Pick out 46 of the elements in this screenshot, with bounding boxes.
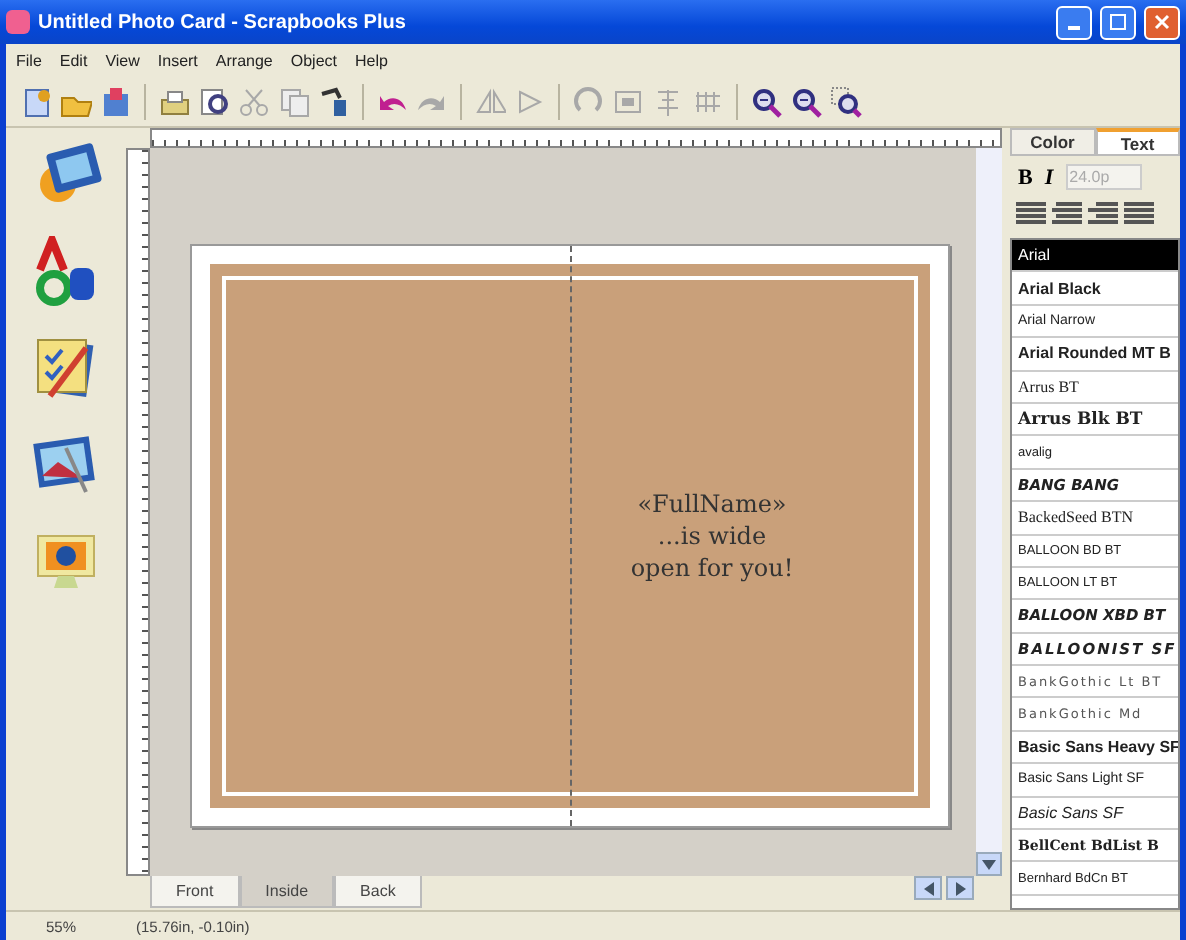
menu-item[interactable]: Object <box>290 52 337 70</box>
page-tab[interactable]: Back <box>334 876 422 908</box>
align-right-icon[interactable] <box>1088 202 1118 226</box>
align-left-icon[interactable] <box>1016 202 1046 226</box>
card-text: open for you! <box>630 554 794 582</box>
close-icon <box>1154 14 1170 30</box>
bold-button[interactable]: B <box>1018 165 1033 189</box>
align-justify-icon[interactable] <box>1124 202 1154 226</box>
menu-item[interactable]: Insert <box>157 52 198 70</box>
panel-tab[interactable]: Text <box>1095 128 1180 156</box>
font-item[interactable]: Arial Black <box>1012 272 1178 306</box>
font-item[interactable]: Arial Rounded MT B <box>1012 338 1178 372</box>
card-text: ...is wide <box>657 522 767 550</box>
menu-item[interactable]: Help <box>355 52 388 70</box>
italic-button[interactable]: I <box>1044 165 1054 189</box>
menu-item[interactable]: Arrange <box>215 52 273 70</box>
zoom-in-icon[interactable] <box>748 84 784 120</box>
preview-icon[interactable] <box>196 84 232 120</box>
page-tab[interactable]: Front <box>150 876 240 908</box>
font-item[interactable]: Arrus BT <box>1012 371 1178 404</box>
scroll-right-icon[interactable] <box>946 876 974 900</box>
paste-icon[interactable] <box>316 84 352 120</box>
align-center-icon[interactable] <box>1052 202 1082 226</box>
maximize-button[interactable] <box>1100 5 1136 39</box>
menu-item[interactable]: File <box>16 52 42 70</box>
minimize-button[interactable] <box>1056 5 1092 39</box>
scroll-left-icon[interactable] <box>914 876 942 900</box>
font-item[interactable]: Arrus Blk BT <box>1012 403 1178 437</box>
close-button[interactable] <box>1144 5 1180 39</box>
font-item[interactable]: Arial <box>1012 240 1178 273</box>
zoom-fit-icon[interactable] <box>828 84 864 120</box>
zoom-out-icon[interactable] <box>788 84 824 120</box>
maximize-icon <box>1110 14 1126 30</box>
save-icon[interactable] <box>98 84 134 120</box>
menu-item[interactable]: View <box>105 52 140 70</box>
card-text: «FullName» <box>637 490 787 518</box>
app-icon <box>6 10 30 34</box>
window-title: Untitled Photo Card - Scrapbooks Plus <box>38 11 408 33</box>
font-list[interactable] <box>1010 238 1180 910</box>
page-tab[interactable]: Inside <box>239 876 335 908</box>
scroll-down-icon[interactable] <box>976 852 1002 876</box>
vertical-scrollbar[interactable] <box>976 148 1002 876</box>
menu-item[interactable]: Edit <box>59 52 88 70</box>
font-item[interactable]: BackedSeed BTN <box>1012 502 1178 536</box>
panel-tab[interactable]: Color <box>1010 128 1095 156</box>
font-item[interactable]: Basic Sans SF <box>1012 797 1178 831</box>
